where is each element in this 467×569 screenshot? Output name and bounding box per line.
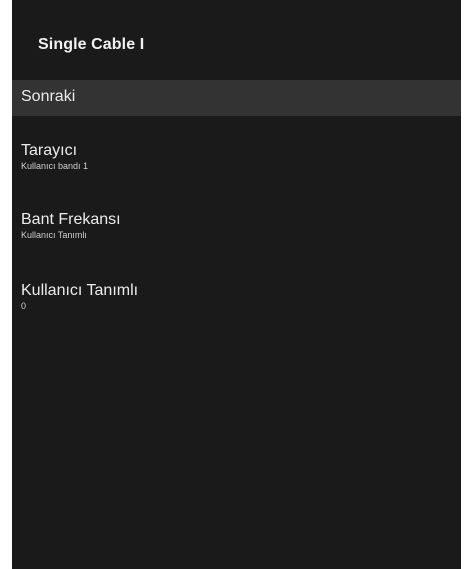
- menu-item-scanner[interactable]: Tarayıcı Kullanıcı bandı 1: [12, 142, 461, 178]
- menu-item-band-frequency[interactable]: Bant Frekansı Kullanıcı Tanımlı: [12, 211, 461, 247]
- settings-panel: Single Cable I Sonraki Tarayıcı Kullanıc…: [12, 0, 461, 569]
- menu-item-next[interactable]: Sonraki: [12, 80, 461, 116]
- menu-item-label: Sonraki: [21, 88, 76, 105]
- menu-item-user-defined[interactable]: Kullanıcı Tanımlı 0: [12, 282, 461, 318]
- menu-item-value: Kullanıcı bandı 1: [21, 161, 89, 171]
- menu-item-label: Bant Frekansı: [21, 211, 121, 228]
- menu-item-label: Kullanıcı Tanımlı: [21, 282, 139, 299]
- menu-item-value: 0: [21, 301, 27, 311]
- menu-item-value: Kullanıcı Tanımlı: [21, 230, 87, 240]
- panel-title: Single Cable I: [38, 36, 145, 53]
- menu-item-label: Tarayıcı: [21, 142, 78, 159]
